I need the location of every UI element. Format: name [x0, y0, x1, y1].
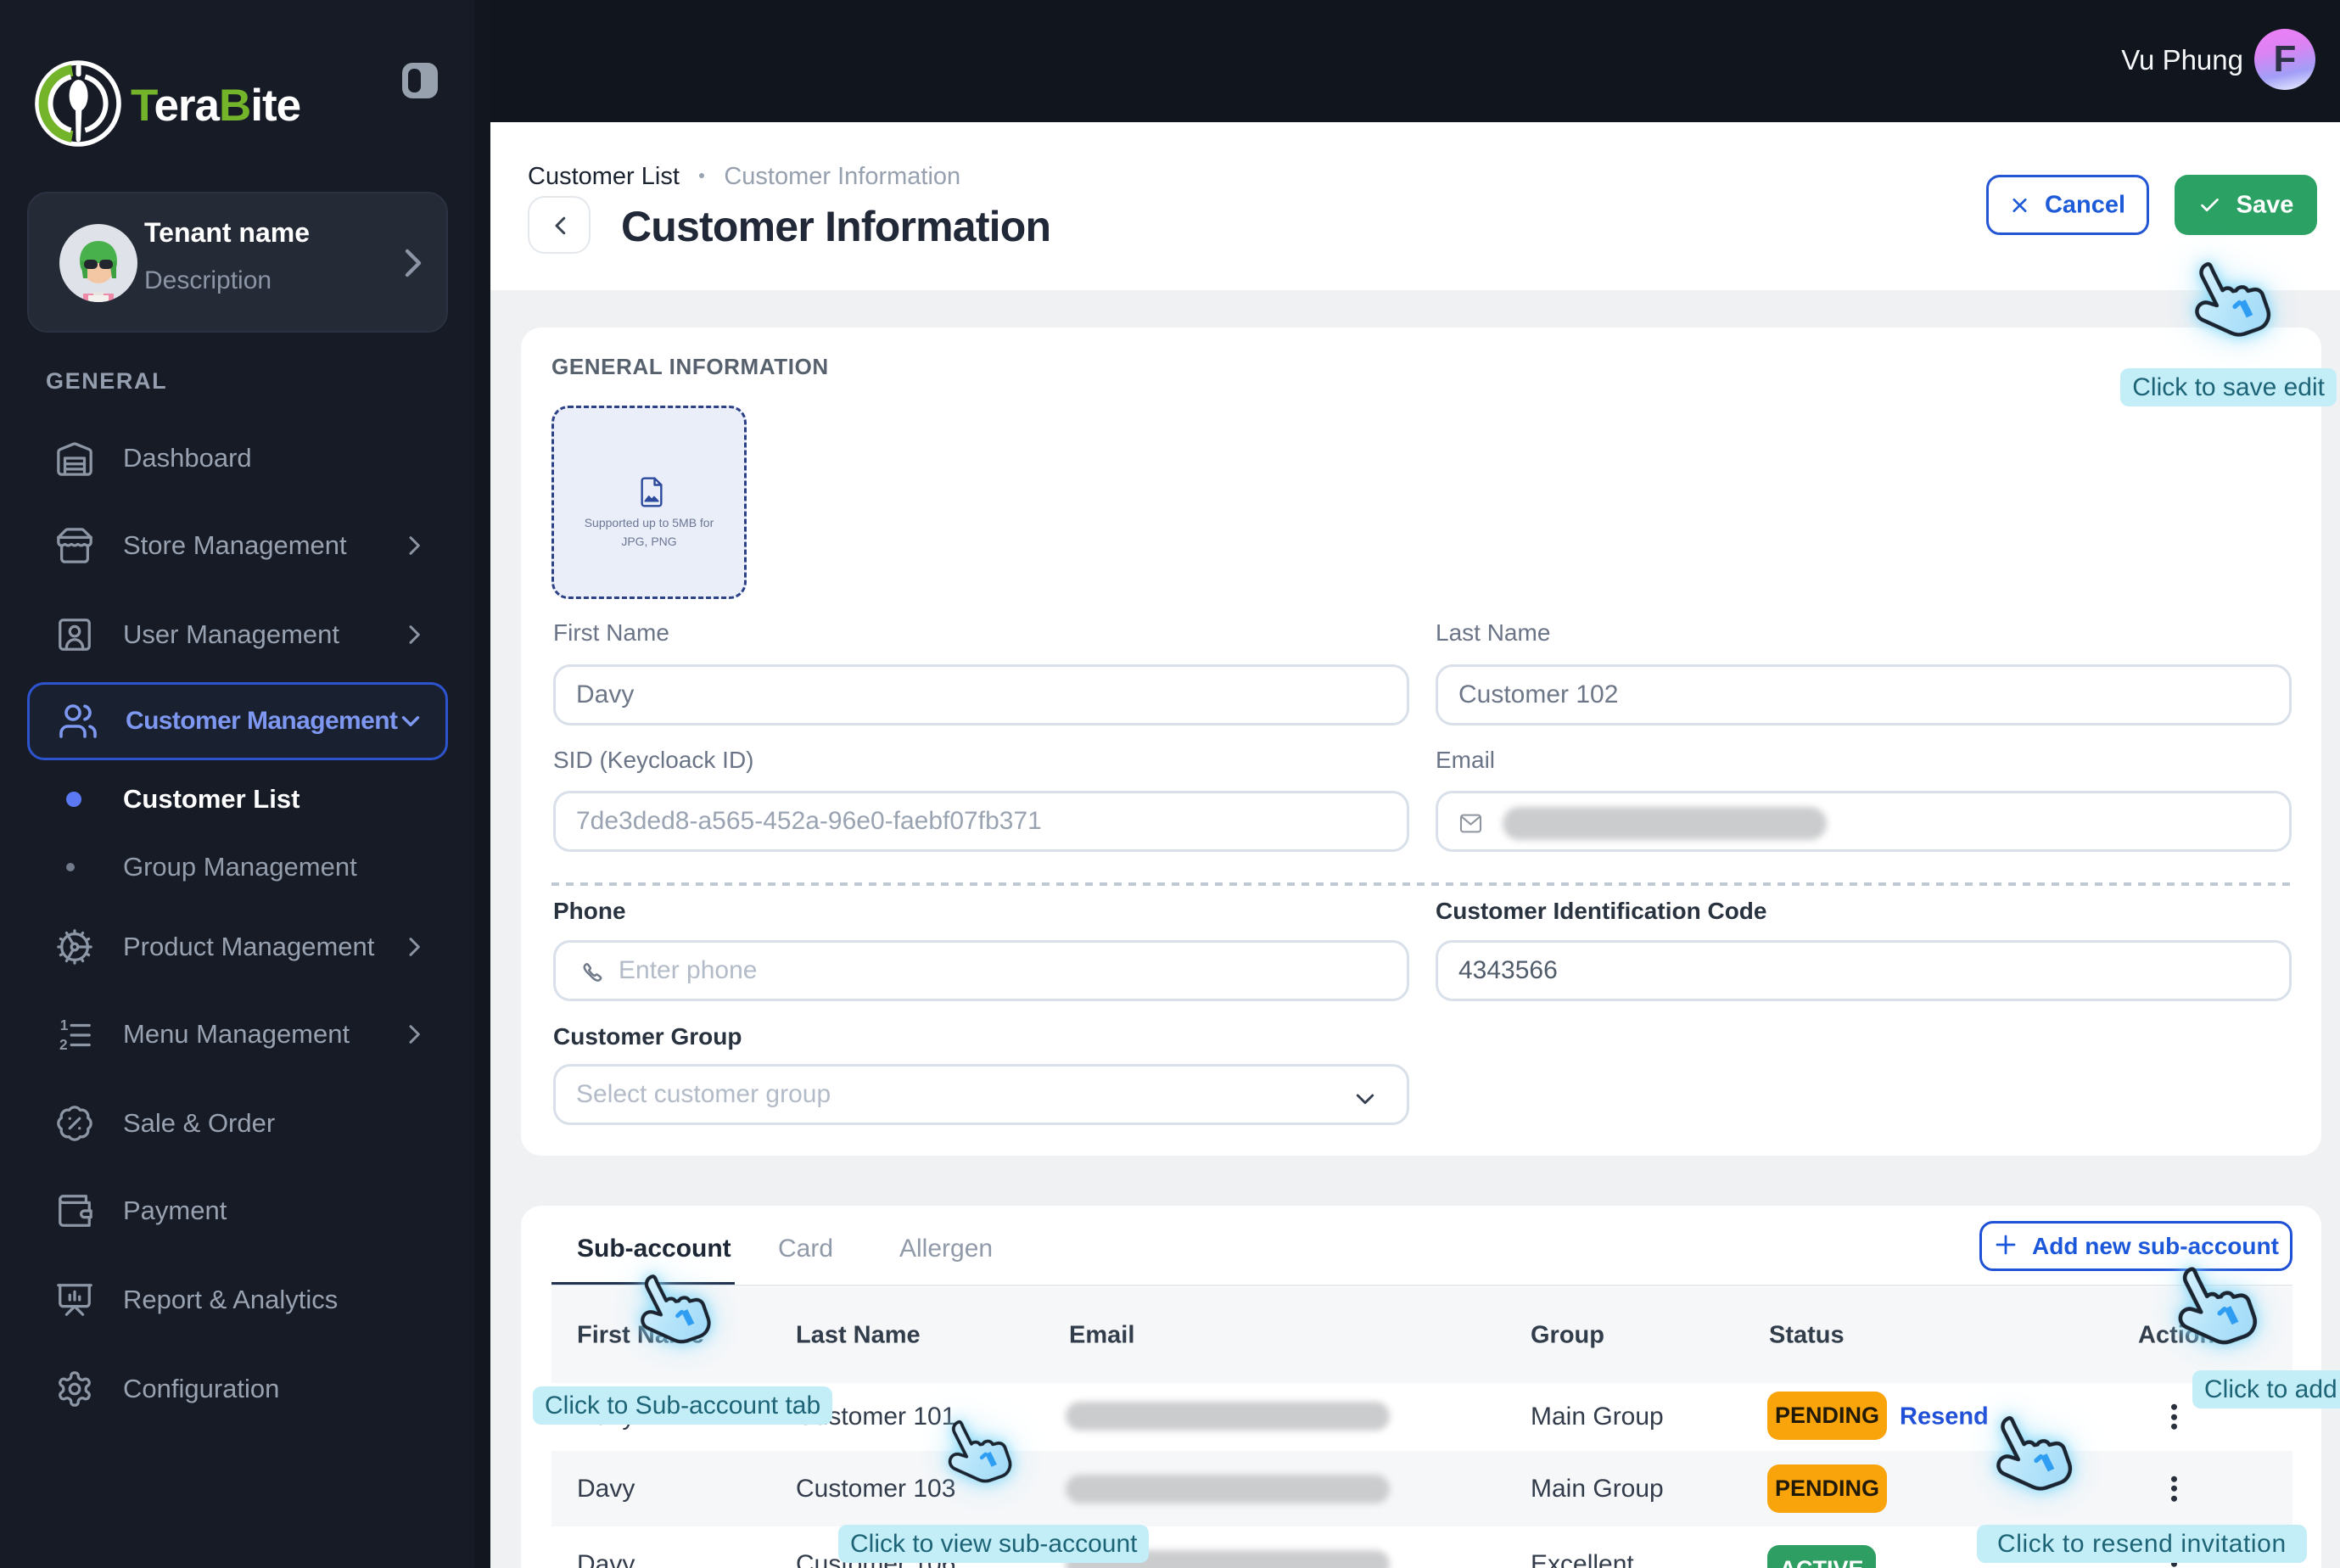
svg-text:1: 1	[60, 1016, 69, 1033]
svg-text:2: 2	[59, 1036, 68, 1053]
